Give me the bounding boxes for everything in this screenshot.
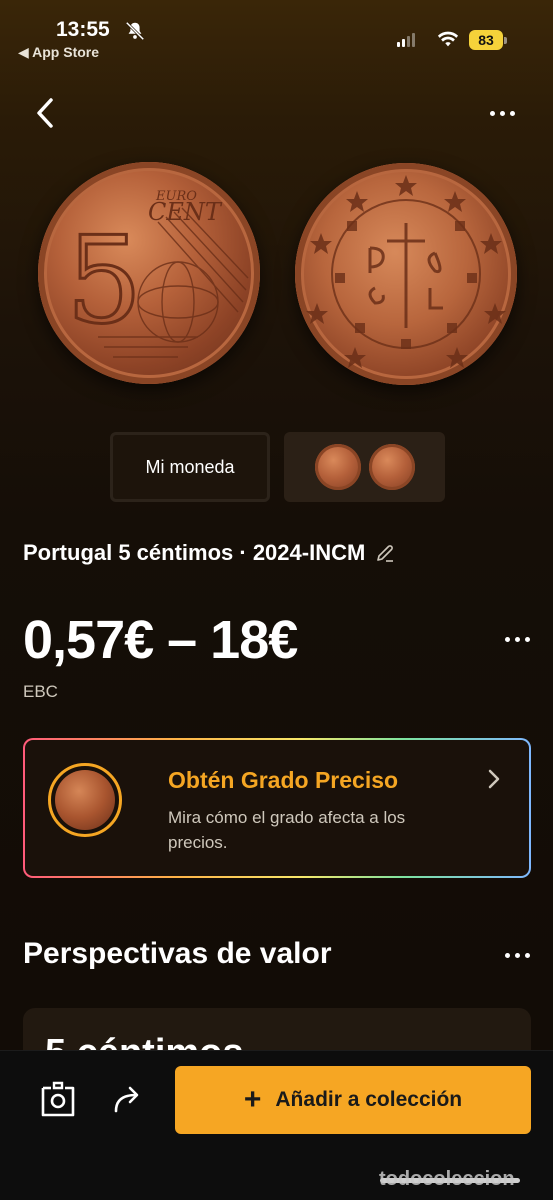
scan-coin-icon[interactable] — [40, 1080, 76, 1118]
chevron-right-icon — [488, 769, 500, 789]
back-to-app-store-link[interactable]: ◀ App Store — [18, 44, 99, 61]
battery-level: 83 — [469, 30, 503, 50]
grade-label: EBC — [23, 682, 58, 701]
tab-my-coin[interactable]: Mi moneda — [110, 432, 270, 502]
coin-obverse-engraving — [306, 175, 506, 368]
grade-card-title: Obtén Grado Preciso — [168, 767, 399, 793]
cellular-signal-icon — [397, 33, 415, 47]
catalog-coin-reverse-thumbnail — [368, 444, 415, 490]
coin-reverse-image[interactable]: 5 EURO CENT — [38, 162, 260, 384]
grade-coin-ring — [48, 763, 122, 837]
price-more-icon[interactable] — [505, 637, 530, 642]
coin-title: Portugal 5 céntimos · 2024-INCM — [23, 540, 366, 565]
value-insights-title: Perspectivas de valor — [23, 937, 332, 970]
coin-obverse-image[interactable] — [295, 163, 517, 385]
tab-my-coin-label: Mi moneda — [145, 456, 235, 477]
grade-card-description: Mira cómo el grado afecta a los precios. — [168, 808, 406, 852]
status-time: 13:55 — [56, 18, 110, 41]
add-to-collection-button[interactable]: + Añadir a colección — [175, 1066, 531, 1134]
edit-pencil-icon[interactable] — [375, 543, 395, 563]
coin-value-engraving: 5 — [66, 212, 142, 351]
precise-grade-card[interactable]: Obtén Grado Preciso Mira cómo el grado a… — [23, 738, 531, 878]
plus-icon: + — [243, 1083, 262, 1116]
coin-reverse-engraving: 5 EURO CENT — [65, 189, 249, 358]
price-range: 0,57€ – 18€ — [23, 610, 298, 670]
watermark: todocoleccion — [379, 1168, 515, 1190]
insights-more-icon[interactable] — [505, 953, 530, 958]
catalog-coin-obverse-thumbnail — [314, 444, 361, 490]
battery-indicator: 83 — [469, 30, 507, 50]
tab-catalog-images[interactable] — [284, 432, 445, 502]
more-options-icon[interactable] — [490, 103, 526, 123]
coin-cent-engraving: CENT — [148, 198, 223, 226]
coin-title-row: Portugal 5 céntimos · 2024-INCM — [23, 540, 395, 566]
share-arrow-icon[interactable] — [112, 1083, 146, 1115]
grade-coin-image — [55, 770, 115, 830]
bell-slash-icon — [125, 21, 145, 41]
add-to-collection-label: Añadir a colección — [275, 1088, 463, 1111]
wifi-icon — [437, 31, 459, 47]
back-chevron-icon[interactable] — [30, 96, 60, 130]
